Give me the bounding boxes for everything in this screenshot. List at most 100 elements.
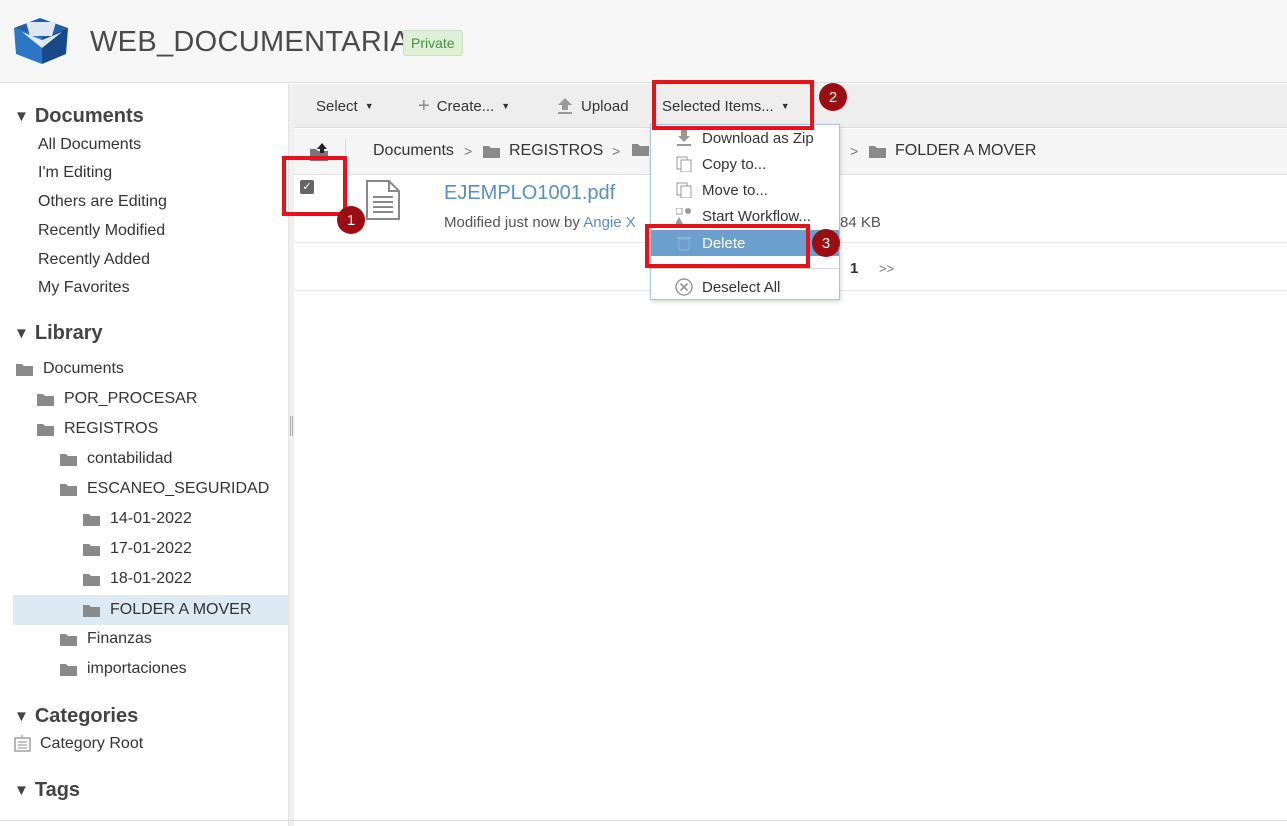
tree-item-finanzas[interactable]: Finanzas [60,624,152,654]
tree-item-label: 18-01-2022 [110,570,192,587]
folder-icon [83,574,100,586]
annotation-box-selected-items [652,80,814,130]
category-icon [14,735,31,752]
tree-item-documents[interactable]: Documents [16,354,124,384]
caret-down-icon: ▼ [364,101,374,111]
collapse-triangle-icon[interactable]: ▼ [14,782,29,799]
breadcrumb-registros[interactable]: REGISTROS [483,142,603,160]
filter-my-favorites[interactable]: My Favorites [38,279,130,297]
filter-im-editing[interactable]: I'm Editing [38,164,112,182]
folder-icon [37,394,54,406]
breadcrumb-separator: > [464,143,473,159]
breadcrumb-separator: > [612,143,621,159]
menu-item-label: Copy to... [702,155,767,173]
workflow-icon [675,207,693,225]
collapse-triangle-icon[interactable]: ▼ [14,325,29,342]
plus-icon: + [418,94,430,117]
tree-item-label: 17-01-2022 [110,540,192,557]
breadcrumb-separator: > [850,143,859,159]
menu-item-label: Deselect All [702,278,781,296]
documents-section-heading[interactable]: ▼ Documents [14,105,144,128]
selected-items-dropdown: Download as Zip Copy to... Move to... St… [650,124,840,300]
tree-item-label: Documents [43,360,124,377]
document-modifier-link[interactable]: Angie X [583,214,636,231]
folder-icon [869,146,886,158]
select-menu-button[interactable]: Select ▼ [316,84,374,128]
tree-item-14-01-2022[interactable]: 14-01-2022 [83,504,192,534]
menu-item-label: Start Workflow... [702,207,811,225]
caret-down-icon: ▼ [501,101,511,111]
select-label: Select [316,97,358,115]
collapse-triangle-icon[interactable]: ▼ [14,708,29,725]
upload-icon [558,98,572,114]
tree-item-label: POR_PROCESAR [64,390,198,407]
pager-current-page: 1 [850,260,859,277]
download-icon [675,129,693,147]
tree-item-por-procesar[interactable]: POR_PROCESAR [37,384,197,414]
folder-icon [83,514,100,526]
breadcrumb-hidden-folder[interactable] [632,142,649,156]
create-menu-button[interactable]: + Create... ▼ [418,84,510,128]
page-bottom-border [0,820,1287,821]
category-root-label: Category Root [40,735,144,752]
menu-item-deselect-all[interactable]: Deselect All [651,274,839,300]
tree-item-label: contabilidad [87,450,173,467]
tree-item-escaneo-seguridad[interactable]: ESCANEO_SEGURIDAD [60,474,269,504]
breadcrumb-documents[interactable]: Documents [373,142,454,160]
tags-section-heading[interactable]: ▼ Tags [14,779,80,802]
tree-item-contabilidad[interactable]: contabilidad [60,444,172,474]
tree-item-label: importaciones [87,660,187,677]
tree-item-registros[interactable]: REGISTROS [37,414,158,444]
annotation-badge-1: 1 [337,206,365,234]
breadcrumb-folder-a-mover[interactable]: FOLDER A MOVER [869,142,1036,160]
tree-item-importaciones[interactable]: importaciones [60,654,187,684]
folder-icon [483,146,500,158]
tree-item-label: ESCANEO_SEGURIDAD [87,480,270,497]
upload-button[interactable]: Upload [556,84,629,128]
tree-item-label: REGISTROS [64,420,159,437]
tree-item-18-01-2022[interactable]: 18-01-2022 [83,564,192,594]
collapse-triangle-icon[interactable]: ▼ [14,108,29,125]
filter-recently-added[interactable]: Recently Added [38,251,150,269]
site-logo-icon [14,18,68,64]
annotation-box-delete [645,224,810,268]
category-root-item[interactable]: Category Root [14,729,143,759]
filter-others-editing[interactable]: Others are Editing [38,193,167,211]
categories-section-heading[interactable]: ▼ Categories [14,705,138,728]
pager-next-link[interactable]: >> [879,261,894,276]
create-label: Create... [436,97,495,115]
folder-open-icon [60,484,77,496]
folder-icon [632,144,649,156]
tree-item-folder-a-mover[interactable]: FOLDER A MOVER [13,595,288,625]
folder-icon [16,364,33,376]
splitter-grip[interactable] [290,416,293,436]
visibility-badge: Private [403,30,463,56]
upload-label: Upload [581,97,629,115]
document-size: 84 KB [840,214,881,231]
menu-divider [651,268,839,269]
filter-all-documents[interactable]: All Documents [38,136,141,154]
tree-item-17-01-2022[interactable]: 17-01-2022 [83,534,192,564]
document-meta-prefix: Modified just now by [444,214,580,231]
tree-item-label: Finanzas [87,630,152,647]
library-section-heading[interactable]: ▼ Library [14,322,103,345]
copy-icon [675,155,693,173]
folder-icon [83,605,100,617]
tree-item-label: FOLDER A MOVER [110,601,252,618]
categories-heading-label: Categories [34,705,139,727]
close-circle-icon [675,278,693,296]
menu-item-move-to[interactable]: Move to... [651,177,839,203]
folder-open-icon [37,424,54,436]
tree-item-label: 14-01-2022 [110,510,192,527]
tags-heading-label: Tags [34,779,81,801]
document-file-icon[interactable] [364,180,402,220]
folder-icon [60,454,77,466]
sidebar: ▼ Documents All Documents I'm Editing Ot… [0,84,289,826]
document-title-link[interactable]: EJEMPLO1001.pdf [444,182,615,205]
menu-item-copy-to[interactable]: Copy to... [651,151,839,177]
filter-recently-modified[interactable]: Recently Modified [38,222,165,240]
site-title[interactable]: WEB_DOCUMENTARIA [90,26,410,59]
breadcrumb-registros-label: REGISTROS [509,142,604,159]
folder-icon [60,664,77,676]
folder-icon [60,634,77,646]
